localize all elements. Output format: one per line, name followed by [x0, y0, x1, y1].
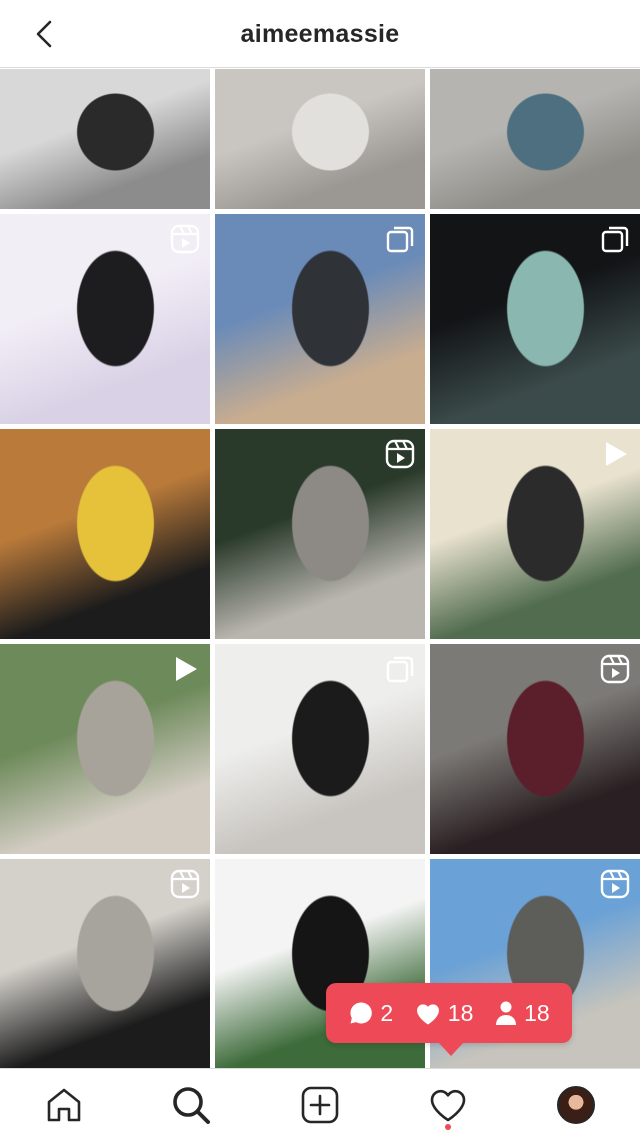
activity-notification-popup[interactable]: 2 18 18 — [326, 983, 572, 1056]
tab-profile[interactable] — [554, 1083, 598, 1127]
heart-icon — [416, 1004, 439, 1025]
search-icon — [173, 1087, 210, 1124]
posts-grid — [0, 69, 640, 1068]
video-play-icon — [606, 442, 627, 466]
post-image — [215, 69, 425, 209]
post-thumbnail[interactable] — [0, 214, 210, 424]
video-play-icon — [176, 657, 197, 681]
comments-count-item: 2 — [348, 1000, 393, 1027]
post-thumbnail[interactable] — [0, 859, 210, 1068]
post-thumbnail[interactable] — [430, 69, 640, 209]
home-icon — [47, 1088, 81, 1122]
activity-heart-icon — [430, 1089, 466, 1122]
post-thumbnail[interactable] — [215, 429, 425, 639]
bottom-tab-bar — [0, 1068, 640, 1138]
reel-icon — [170, 224, 200, 254]
likes-count-item: 18 — [414, 999, 474, 1027]
comments-count: 2 — [380, 999, 394, 1026]
follows-count-item: 18 — [494, 1000, 550, 1027]
post-image — [0, 429, 210, 639]
reel-icon — [170, 869, 200, 899]
carousel-icon — [601, 226, 629, 253]
top-bar: aimeemassie — [0, 0, 640, 68]
post-thumbnail[interactable] — [0, 69, 210, 209]
new-post-icon — [301, 1086, 339, 1124]
carousel-icon — [386, 226, 414, 253]
post-image — [430, 69, 640, 209]
post-image — [0, 69, 210, 209]
post-thumbnail[interactable] — [215, 69, 425, 209]
person-icon — [496, 1001, 517, 1025]
post-thumbnail[interactable] — [430, 214, 640, 424]
comment-bubble-icon — [350, 1002, 373, 1024]
activity-notification-dot — [445, 1124, 451, 1130]
likes-count: 18 — [447, 999, 474, 1026]
tab-new-post[interactable] — [298, 1083, 342, 1127]
reel-icon — [600, 654, 630, 684]
reel-icon — [600, 869, 630, 899]
post-thumbnail[interactable] — [0, 429, 210, 639]
post-thumbnail[interactable] — [0, 644, 210, 854]
post-thumbnail[interactable] — [215, 214, 425, 424]
follows-count: 18 — [524, 999, 550, 1026]
carousel-icon — [386, 656, 414, 683]
post-thumbnail[interactable] — [430, 429, 640, 639]
profile-username-title: aimeemassie — [240, 20, 400, 48]
profile-avatar — [557, 1086, 595, 1124]
tab-home[interactable] — [42, 1083, 86, 1127]
post-thumbnail[interactable] — [215, 644, 425, 854]
post-thumbnail[interactable] — [430, 644, 640, 854]
reel-icon — [385, 439, 415, 469]
tab-activity[interactable] — [426, 1083, 470, 1127]
tab-search[interactable] — [169, 1083, 213, 1127]
